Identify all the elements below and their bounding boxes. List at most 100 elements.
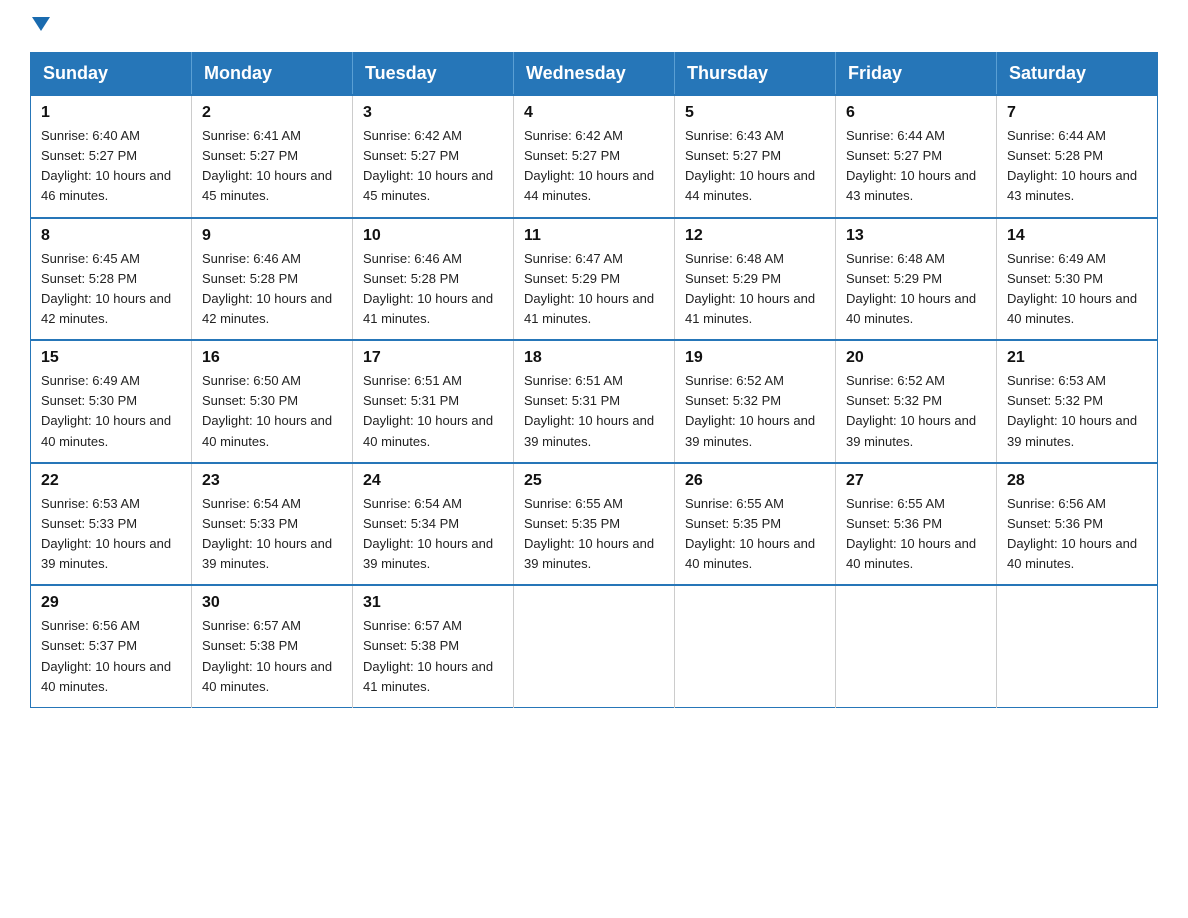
day-number: 28 — [1007, 472, 1147, 490]
day-info: Sunrise: 6:51 AMSunset: 5:31 PMDaylight:… — [524, 371, 664, 452]
calendar-cell: 14 Sunrise: 6:49 AMSunset: 5:30 PMDayligh… — [997, 218, 1158, 341]
day-info: Sunrise: 6:49 AMSunset: 5:30 PMDaylight:… — [1007, 249, 1147, 330]
calendar-header-row: SundayMondayTuesdayWednesdayThursdayFrid… — [31, 53, 1158, 96]
day-info: Sunrise: 6:55 AMSunset: 5:35 PMDaylight:… — [685, 494, 825, 575]
col-header-monday: Monday — [192, 53, 353, 96]
logo — [30, 20, 50, 34]
day-info: Sunrise: 6:55 AMSunset: 5:35 PMDaylight:… — [524, 494, 664, 575]
day-number: 4 — [524, 104, 664, 122]
day-number: 17 — [363, 349, 503, 367]
col-header-sunday: Sunday — [31, 53, 192, 96]
day-number: 30 — [202, 594, 342, 612]
calendar-cell: 24 Sunrise: 6:54 AMSunset: 5:34 PMDayligh… — [353, 463, 514, 586]
day-number: 21 — [1007, 349, 1147, 367]
calendar-week-row: 8 Sunrise: 6:45 AMSunset: 5:28 PMDaylight… — [31, 218, 1158, 341]
calendar-cell: 18Sunrise: 6:51 AMSunset: 5:31 PMDayligh… — [514, 340, 675, 463]
calendar-cell: 25 Sunrise: 6:55 AMSunset: 5:35 PMDayligh… — [514, 463, 675, 586]
day-number: 22 — [41, 472, 181, 490]
page-header — [30, 20, 1158, 34]
day-number: 24 — [363, 472, 503, 490]
day-info: Sunrise: 6:44 AMSunset: 5:27 PMDaylight:… — [846, 126, 986, 207]
calendar-cell: 2Sunrise: 6:41 AMSunset: 5:27 PMDaylight… — [192, 95, 353, 218]
calendar-cell: 27Sunrise: 6:55 AMSunset: 5:36 PMDayligh… — [836, 463, 997, 586]
day-number: 13 — [846, 227, 986, 245]
calendar-cell: 3 Sunrise: 6:42 AMSunset: 5:27 PMDaylight… — [353, 95, 514, 218]
calendar-cell: 13Sunrise: 6:48 AMSunset: 5:29 PMDayligh… — [836, 218, 997, 341]
col-header-tuesday: Tuesday — [353, 53, 514, 96]
day-info: Sunrise: 6:57 AMSunset: 5:38 PMDaylight:… — [363, 616, 503, 697]
calendar-cell: 12 Sunrise: 6:48 AMSunset: 5:29 PMDayligh… — [675, 218, 836, 341]
day-info: Sunrise: 6:50 AMSunset: 5:30 PMDaylight:… — [202, 371, 342, 452]
calendar-cell: 19 Sunrise: 6:52 AMSunset: 5:32 PMDayligh… — [675, 340, 836, 463]
col-header-wednesday: Wednesday — [514, 53, 675, 96]
day-info: Sunrise: 6:52 AMSunset: 5:32 PMDaylight:… — [685, 371, 825, 452]
calendar-cell: 31 Sunrise: 6:57 AMSunset: 5:38 PMDayligh… — [353, 585, 514, 707]
day-number: 16 — [202, 349, 342, 367]
day-number: 29 — [41, 594, 181, 612]
calendar-cell: 10 Sunrise: 6:46 AMSunset: 5:28 PMDayligh… — [353, 218, 514, 341]
day-info: Sunrise: 6:57 AMSunset: 5:38 PMDaylight:… — [202, 616, 342, 697]
calendar-cell: 15Sunrise: 6:49 AMSunset: 5:30 PMDayligh… — [31, 340, 192, 463]
day-number: 20 — [846, 349, 986, 367]
calendar-cell: 5 Sunrise: 6:43 AMSunset: 5:27 PMDaylight… — [675, 95, 836, 218]
calendar-cell: 9Sunrise: 6:46 AMSunset: 5:28 PMDaylight… — [192, 218, 353, 341]
calendar-week-row: 15Sunrise: 6:49 AMSunset: 5:30 PMDayligh… — [31, 340, 1158, 463]
calendar-week-row: 1 Sunrise: 6:40 AMSunset: 5:27 PMDaylight… — [31, 95, 1158, 218]
calendar-week-row: 29 Sunrise: 6:56 AMSunset: 5:37 PMDayligh… — [31, 585, 1158, 707]
calendar-cell: 6 Sunrise: 6:44 AMSunset: 5:27 PMDaylight… — [836, 95, 997, 218]
col-header-thursday: Thursday — [675, 53, 836, 96]
col-header-saturday: Saturday — [997, 53, 1158, 96]
calendar-cell: 21 Sunrise: 6:53 AMSunset: 5:32 PMDayligh… — [997, 340, 1158, 463]
day-info: Sunrise: 6:53 AMSunset: 5:33 PMDaylight:… — [41, 494, 181, 575]
calendar-cell: 7Sunrise: 6:44 AMSunset: 5:28 PMDaylight… — [997, 95, 1158, 218]
day-number: 10 — [363, 227, 503, 245]
day-number: 6 — [846, 104, 986, 122]
day-info: Sunrise: 6:40 AMSunset: 5:27 PMDaylight:… — [41, 126, 181, 207]
calendar-cell: 11 Sunrise: 6:47 AMSunset: 5:29 PMDayligh… — [514, 218, 675, 341]
day-number: 15 — [41, 349, 181, 367]
calendar-table: SundayMondayTuesdayWednesdayThursdayFrid… — [30, 52, 1158, 708]
calendar-cell: 23 Sunrise: 6:54 AMSunset: 5:33 PMDayligh… — [192, 463, 353, 586]
day-info: Sunrise: 6:42 AMSunset: 5:27 PMDaylight:… — [363, 126, 503, 207]
calendar-cell — [997, 585, 1158, 707]
calendar-cell: 4 Sunrise: 6:42 AMSunset: 5:27 PMDaylight… — [514, 95, 675, 218]
day-info: Sunrise: 6:55 AMSunset: 5:36 PMDaylight:… — [846, 494, 986, 575]
calendar-cell: 8 Sunrise: 6:45 AMSunset: 5:28 PMDaylight… — [31, 218, 192, 341]
calendar-cell: 20 Sunrise: 6:52 AMSunset: 5:32 PMDayligh… — [836, 340, 997, 463]
day-info: Sunrise: 6:44 AMSunset: 5:28 PMDaylight:… — [1007, 126, 1147, 207]
day-info: Sunrise: 6:54 AMSunset: 5:33 PMDaylight:… — [202, 494, 342, 575]
calendar-cell: 16 Sunrise: 6:50 AMSunset: 5:30 PMDayligh… — [192, 340, 353, 463]
day-number: 5 — [685, 104, 825, 122]
day-number: 11 — [524, 227, 664, 245]
calendar-cell: 30 Sunrise: 6:57 AMSunset: 5:38 PMDayligh… — [192, 585, 353, 707]
day-info: Sunrise: 6:53 AMSunset: 5:32 PMDaylight:… — [1007, 371, 1147, 452]
day-info: Sunrise: 6:46 AMSunset: 5:28 PMDaylight:… — [202, 249, 342, 330]
day-number: 14 — [1007, 227, 1147, 245]
day-number: 23 — [202, 472, 342, 490]
calendar-cell: 29 Sunrise: 6:56 AMSunset: 5:37 PMDayligh… — [31, 585, 192, 707]
day-number: 3 — [363, 104, 503, 122]
logo-triangle-icon — [32, 17, 50, 31]
day-number: 19 — [685, 349, 825, 367]
day-info: Sunrise: 6:47 AMSunset: 5:29 PMDaylight:… — [524, 249, 664, 330]
day-number: 2 — [202, 104, 342, 122]
day-info: Sunrise: 6:45 AMSunset: 5:28 PMDaylight:… — [41, 249, 181, 330]
day-number: 8 — [41, 227, 181, 245]
calendar-week-row: 22 Sunrise: 6:53 AMSunset: 5:33 PMDayligh… — [31, 463, 1158, 586]
day-info: Sunrise: 6:42 AMSunset: 5:27 PMDaylight:… — [524, 126, 664, 207]
day-info: Sunrise: 6:48 AMSunset: 5:29 PMDaylight:… — [685, 249, 825, 330]
calendar-cell: 17Sunrise: 6:51 AMSunset: 5:31 PMDayligh… — [353, 340, 514, 463]
day-info: Sunrise: 6:54 AMSunset: 5:34 PMDaylight:… — [363, 494, 503, 575]
day-number: 12 — [685, 227, 825, 245]
col-header-friday: Friday — [836, 53, 997, 96]
day-info: Sunrise: 6:46 AMSunset: 5:28 PMDaylight:… — [363, 249, 503, 330]
day-info: Sunrise: 6:56 AMSunset: 5:37 PMDaylight:… — [41, 616, 181, 697]
day-info: Sunrise: 6:43 AMSunset: 5:27 PMDaylight:… — [685, 126, 825, 207]
day-info: Sunrise: 6:52 AMSunset: 5:32 PMDaylight:… — [846, 371, 986, 452]
day-info: Sunrise: 6:56 AMSunset: 5:36 PMDaylight:… — [1007, 494, 1147, 575]
calendar-cell — [675, 585, 836, 707]
day-number: 25 — [524, 472, 664, 490]
day-number: 1 — [41, 104, 181, 122]
day-number: 31 — [363, 594, 503, 612]
calendar-cell: 22 Sunrise: 6:53 AMSunset: 5:33 PMDayligh… — [31, 463, 192, 586]
